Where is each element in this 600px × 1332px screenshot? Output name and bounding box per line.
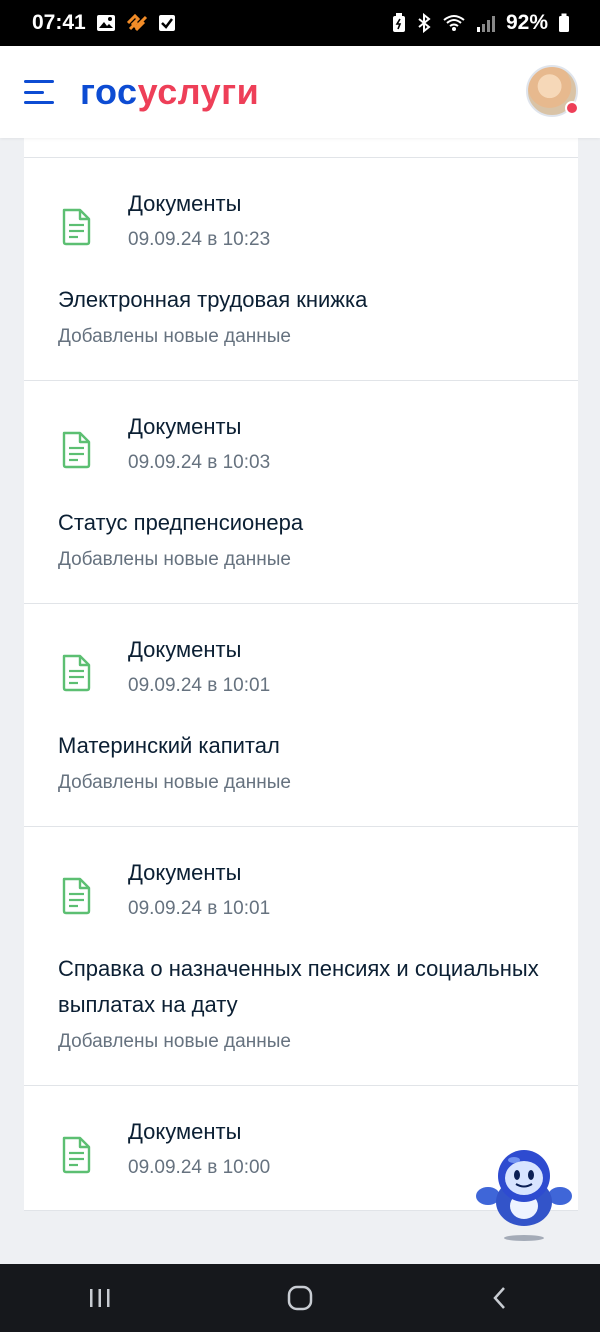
card-subtitle: Добавлены новые данные bbox=[58, 549, 291, 570]
card-header: Документы 09.09.24 в 10:00 bbox=[58, 1118, 544, 1180]
card-date: 09.09.24 в 10:01 bbox=[128, 898, 271, 919]
gallery-icon bbox=[96, 14, 116, 32]
card-category: Документы bbox=[128, 191, 242, 216]
battery-percent: 92% bbox=[505, 11, 548, 34]
card-header-text: Документы 09.09.24 в 10:03 bbox=[128, 413, 270, 475]
bluetooth-icon bbox=[416, 13, 432, 33]
cards-list: Документы 09.09.24 в 10:23 Электронная тру… bbox=[24, 158, 578, 1211]
card-header: Документы 09.09.24 в 10:23 bbox=[58, 190, 544, 252]
system-navigation-bar bbox=[0, 1264, 600, 1332]
card-header: Документы 09.09.24 в 10:01 bbox=[58, 636, 544, 698]
card-title: Материнский капитал bbox=[58, 733, 280, 758]
avatar[interactable] bbox=[526, 65, 579, 117]
document-icon bbox=[58, 208, 94, 246]
card-title: Справка о назначенных пенсиях и социальн… bbox=[58, 956, 539, 1017]
card-category: Документы bbox=[128, 637, 242, 662]
notification-card[interactable]: Документы 09.09.24 в 10:23 Электронная тру… bbox=[24, 158, 578, 381]
card-subtitle: Добавлены новые данные bbox=[58, 326, 291, 347]
back-icon[interactable] bbox=[460, 1268, 540, 1328]
battery-icon bbox=[558, 13, 570, 33]
document-icon bbox=[58, 431, 94, 469]
document-icon bbox=[58, 877, 94, 915]
recent-apps-icon[interactable] bbox=[60, 1268, 140, 1328]
home-icon[interactable] bbox=[260, 1268, 340, 1328]
card-title: Статус предпенсионера bbox=[58, 510, 304, 535]
battery-saver-icon bbox=[392, 13, 406, 33]
notification-card[interactable]: Документы 09.09.24 в 10:01 Материнский кап… bbox=[24, 604, 578, 827]
menu-icon[interactable] bbox=[24, 80, 56, 104]
status-time: 07:41 bbox=[32, 11, 86, 34]
logo-part-gos: гос bbox=[80, 71, 138, 112]
card-subtitle: Добавлены новые данные bbox=[58, 772, 291, 793]
notification-card[interactable]: Документы 09.09.24 в 10:03 Статус предпенс… bbox=[24, 381, 578, 604]
document-icon bbox=[58, 654, 94, 692]
card-date: 09.09.24 в 10:00 bbox=[128, 1157, 271, 1178]
status-bar: 07:41 92% bbox=[0, 0, 600, 46]
card-header: Документы 09.09.24 в 10:03 bbox=[58, 413, 544, 475]
signal-icon bbox=[476, 14, 496, 32]
card-date: 09.09.24 в 10:01 bbox=[128, 675, 271, 696]
card-title: Электронная трудовая книжка bbox=[58, 287, 368, 312]
notification-dot bbox=[565, 101, 579, 115]
app-header: госуслуги bbox=[0, 46, 600, 138]
card-header: Документы 09.09.24 в 10:01 bbox=[58, 859, 544, 921]
card-date: 09.09.24 в 10:03 bbox=[128, 452, 271, 473]
card-header-text: Документы 09.09.24 в 10:00 bbox=[128, 1118, 270, 1180]
card-category: Документы bbox=[128, 860, 242, 885]
assistant-robot-icon[interactable] bbox=[474, 1144, 574, 1244]
card-category: Документы bbox=[128, 414, 242, 439]
notification-card[interactable]: Документы 09.09.24 в 10:01 Справка о назна… bbox=[24, 827, 578, 1086]
notification-feed: Документы 09.09.24 в 10:23 Электронная тру… bbox=[24, 138, 578, 1264]
card-header-text: Документы 09.09.24 в 10:01 bbox=[128, 859, 270, 921]
document-icon bbox=[58, 1136, 94, 1174]
app-notification-icon bbox=[126, 14, 148, 32]
card-header-text: Документы 09.09.24 в 10:01 bbox=[128, 636, 270, 698]
card-header-text: Документы 09.09.24 в 10:23 bbox=[128, 190, 270, 252]
card-subtitle: Добавлены новые данные bbox=[58, 1031, 291, 1052]
previous-card-bottom bbox=[24, 138, 578, 158]
wifi-icon bbox=[442, 13, 466, 33]
logo-part-uslugi: услуги bbox=[137, 71, 260, 112]
card-category: Документы bbox=[128, 1119, 242, 1144]
card-date: 09.09.24 в 10:23 bbox=[128, 229, 271, 250]
checkbox-notification-icon bbox=[158, 14, 176, 32]
gosuslugi-logo[interactable]: госуслуги bbox=[80, 71, 259, 113]
